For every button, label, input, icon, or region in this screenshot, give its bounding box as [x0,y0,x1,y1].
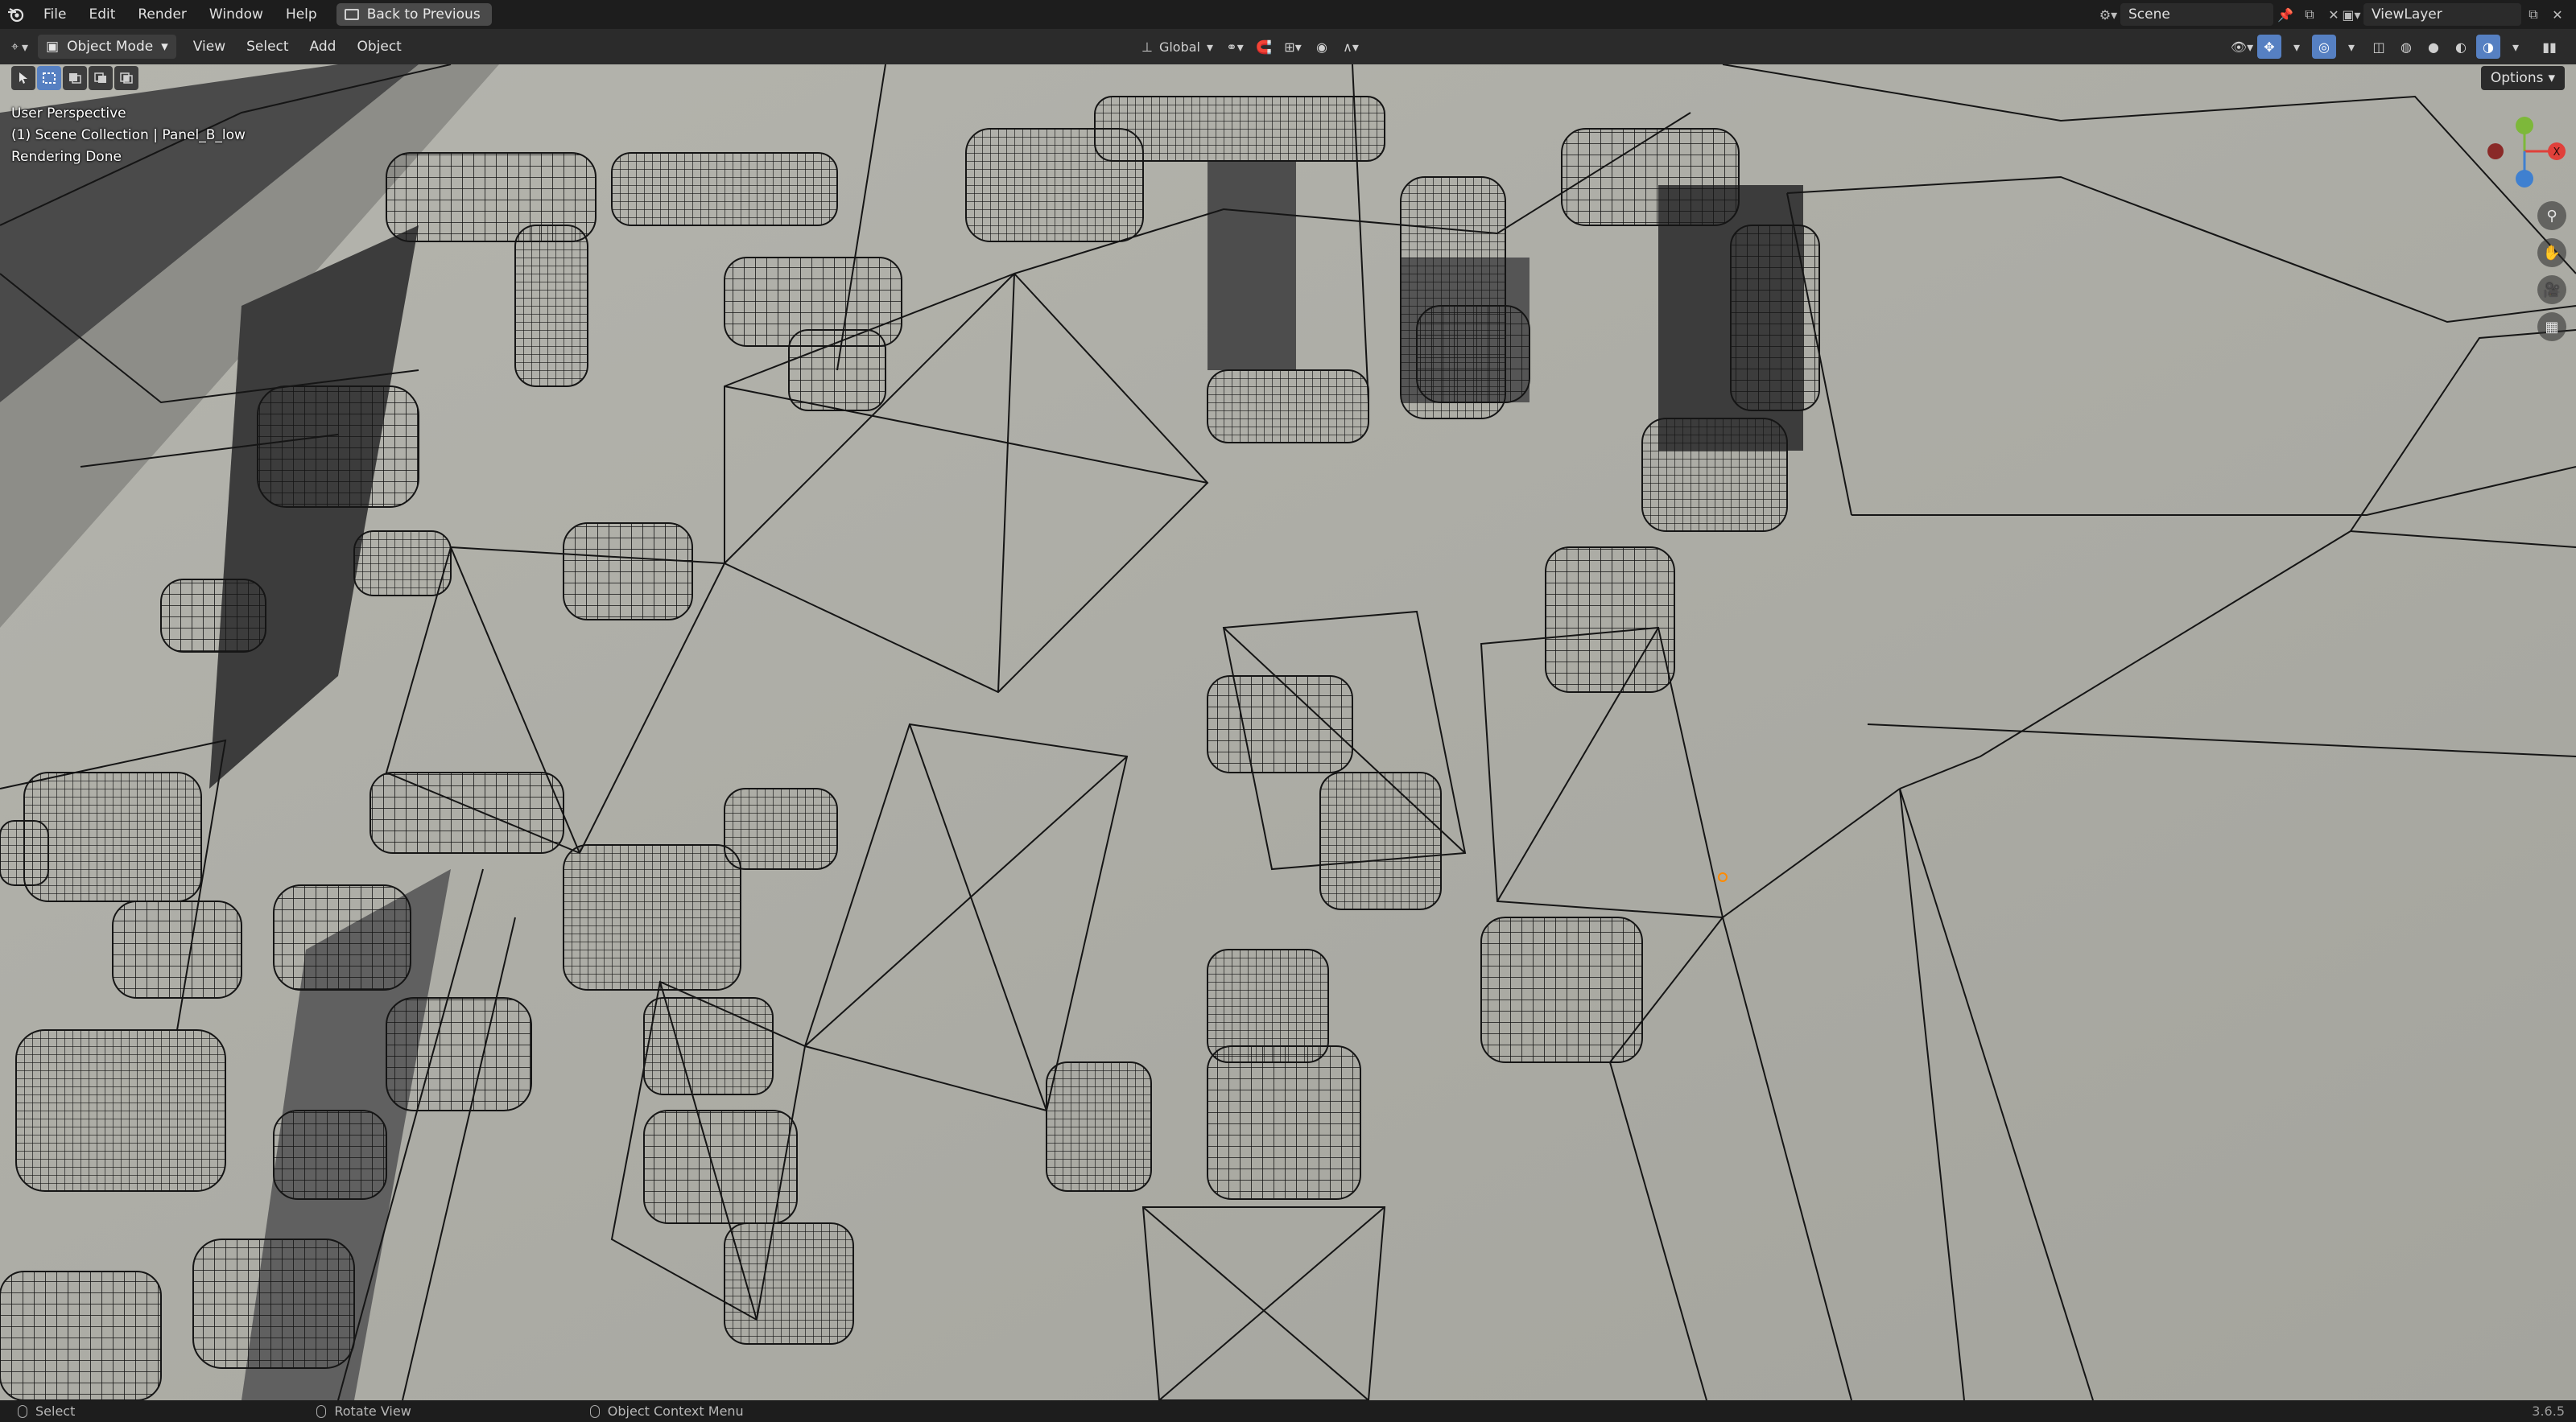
y-axis-icon [2516,117,2533,134]
camera-view-icon[interactable]: 🎥 [2537,275,2566,304]
wireframe-shading-icon[interactable]: ◍ [2394,35,2418,59]
view-layer-field[interactable]: ViewLayer [2363,3,2521,26]
viewport-info-overlay: User Perspective (1) Scene Collection | … [11,103,246,168]
status-rotate-hint: Rotate View [316,1403,411,1419]
status-select-hint: Select [18,1403,75,1419]
transform-tools: ⊥ Global ▾ ⚭▾ 🧲 ⊞▾ ◉ ∧▾ [1137,34,1363,60]
scene-icon[interactable]: ⚙▾ [2096,3,2120,26]
menu-render[interactable]: Render [126,0,198,29]
menu-add[interactable]: Add [299,39,347,55]
pan-hand-icon[interactable]: ✋ [2537,238,2566,267]
render-status-label: Rendering Done [11,149,122,165]
menu-edit[interactable]: Edit [77,0,126,29]
pivot-point-icon[interactable]: ⚭▾ [1223,35,1247,59]
select-box-intersect-icon[interactable] [114,66,138,90]
neg-x-axis-icon [2487,143,2504,159]
screen-icon [344,9,359,20]
viewport-navigation-buttons: ⚲ ✋ 🎥 ▦ [2537,201,2566,341]
viewport-display-tools: 👁▾ ✥ ▾ ◎ ▾ ◫ ◍ ● ◐ ◑ ▾ ▮▮ [2230,34,2562,60]
wireframe-mesh-render [0,64,2576,1400]
select-box-new-icon[interactable] [37,66,61,90]
object-mode-icon: ▣ [46,39,60,55]
status-select-label: Select [35,1403,76,1419]
chevron-down-icon: ▾ [22,39,29,55]
mouse-right-icon [589,1404,600,1418]
3d-viewport[interactable] [0,64,2576,1400]
status-context-label: Object Context Menu [607,1403,744,1419]
scene-name-field[interactable]: Scene [2120,3,2273,26]
mouse-middle-icon [316,1404,327,1418]
viewport-header: ⌖ ▾ ▣ Object Mode ▾ View Select Add Objec… [0,29,2576,64]
xray-toggle-icon[interactable]: ◫ [2367,35,2391,59]
select-box-subtract-icon[interactable] [89,66,113,90]
menu-window[interactable]: Window [198,0,275,29]
delete-view-layer-icon[interactable]: ✕ [2545,3,2570,26]
menu-object[interactable]: Object [346,39,411,55]
chevron-down-icon: ▾ [1206,39,1214,55]
back-to-previous-label: Back to Previous [366,6,481,23]
snap-target-icon[interactable]: ⊞▾ [1281,35,1305,59]
rendered-shading-icon[interactable]: ◑ [2476,35,2500,59]
options-dropdown[interactable]: Options ▾ [2480,66,2565,90]
chevron-down-icon: ▾ [2548,70,2555,86]
version-label: 3.6.5 [2532,1403,2565,1419]
transform-orientation-dropdown[interactable]: ⊥ Global ▾ [1137,35,1218,59]
blender-logo-icon[interactable] [0,0,32,29]
back-to-previous-button[interactable]: Back to Previous [336,3,492,26]
status-bar: Select Rotate View Object Context Menu 3… [0,1400,2576,1422]
menu-help[interactable]: Help [275,0,328,29]
snap-icon[interactable]: 🧲 [1252,35,1276,59]
object-mode-label: Object Mode [67,39,154,55]
collection-label: (1) Scene Collection | Panel_B_low [11,127,246,143]
new-view-layer-icon[interactable]: ⧉ [2521,3,2545,26]
top-menu-bar: File Edit Render Window Help Back to Pre… [0,0,2576,29]
select-cursor-icon[interactable] [11,66,35,90]
overlays-dropdown-icon[interactable]: ▾ [2339,35,2363,59]
solid-shading-icon[interactable]: ● [2421,35,2446,59]
gizmo-dropdown-icon[interactable]: ▾ [2285,35,2309,59]
mouse-left-icon [18,1404,27,1418]
overlays-toggle-icon[interactable]: ◎ [2312,35,2336,59]
perspective-label: User Perspective [11,105,126,122]
svg-text:X: X [2553,146,2561,159]
new-scene-icon[interactable]: ⧉ [2297,3,2322,26]
zoom-icon[interactable]: ⚲ [2537,201,2566,230]
ortho-grid-icon[interactable]: ▦ [2537,312,2566,341]
object-mode-dropdown[interactable]: ▣ Object Mode ▾ [38,35,176,59]
menu-select[interactable]: Select [236,39,299,55]
status-rotate-label: Rotate View [334,1403,411,1419]
shading-dropdown-icon[interactable]: ▾ [2504,35,2528,59]
menu-view[interactable]: View [183,39,236,55]
view-layer-selector: ▣▾ ViewLayer ⧉ ✕ [2339,2,2570,27]
visibility-icon[interactable]: 👁▾ [2230,35,2254,59]
options-label: Options [2490,70,2544,86]
editor-type-icon: ⌖ [11,39,19,54]
view-layer-icon[interactable]: ▣▾ [2339,3,2363,26]
orientation-icon: ⊥ [1141,39,1153,55]
view-layer-name: ViewLayer [2372,6,2442,23]
proportional-editing-icon[interactable]: ◉ [1310,35,1334,59]
navigation-gizmo[interactable]: X [2463,113,2576,201]
scene-selector: ⚙▾ Scene 📌 ⧉ ✕ [2096,2,2346,27]
chevron-down-icon: ▾ [161,39,168,55]
z-axis-icon [2516,170,2533,188]
gizmo-toggle-icon[interactable]: ✥ [2257,35,2281,59]
selection-mode-tools [11,64,138,92]
pin-icon[interactable]: 📌 [2273,3,2297,26]
falloff-icon[interactable]: ∧▾ [1339,35,1363,59]
material-shading-icon[interactable]: ◐ [2449,35,2473,59]
scene-name: Scene [2128,6,2170,23]
pause-render-icon[interactable]: ▮▮ [2537,35,2562,59]
menu-file[interactable]: File [32,0,77,29]
status-context-hint: Object Context Menu [589,1403,744,1419]
transform-orientation-label: Global [1158,39,1200,55]
select-box-extend-icon[interactable] [63,66,87,90]
editor-type-selector[interactable]: ⌖ ▾ [11,39,28,55]
